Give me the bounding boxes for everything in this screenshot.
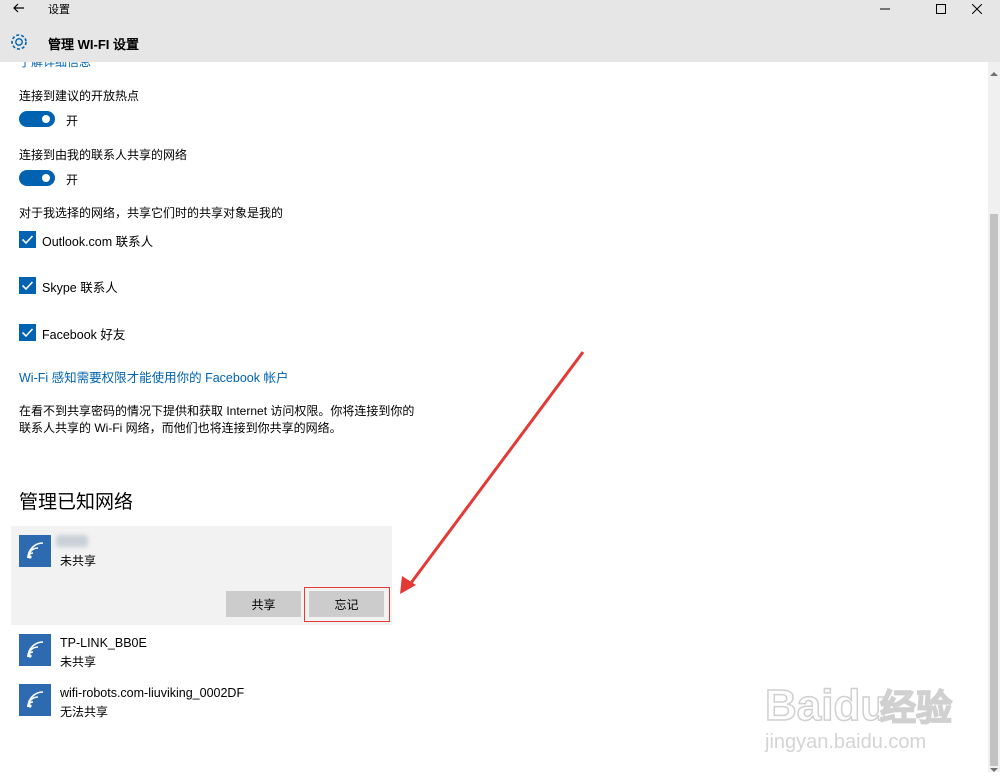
- minimize-button[interactable]: [862, 0, 908, 17]
- share-with-label: 对于我选择的网络，共享它们时的共享对象是我的: [19, 206, 284, 220]
- page-title: 管理 WI-FI 设置: [48, 37, 139, 52]
- facebook-checkbox[interactable]: [19, 324, 36, 341]
- checkmark-icon: [21, 328, 34, 338]
- scroll-down-icon[interactable]: [990, 761, 998, 772]
- wifi-icon: [19, 535, 51, 567]
- share-button[interactable]: 共享: [226, 591, 301, 617]
- contacts-toggle-state: 开: [66, 173, 79, 187]
- checkmark-icon: [21, 281, 34, 291]
- network-name[interactable]: wifi-robots.com-liuviking_0002DF: [60, 686, 244, 700]
- scroll-up-icon[interactable]: [990, 65, 998, 76]
- network-name[interactable]: TP-LINK_BB0E: [60, 636, 147, 650]
- outlook-checkbox[interactable]: [19, 231, 36, 248]
- checkmark-icon: [21, 235, 34, 245]
- contacts-network-toggle[interactable]: [19, 170, 55, 186]
- facebook-permission-link[interactable]: Wi-Fi 感知需要权限才能使用你的 Facebook 帐户: [19, 367, 288, 386]
- scrollbar-thumb[interactable]: [990, 214, 998, 766]
- facebook-checkbox-label: Facebook 好友: [42, 328, 126, 342]
- wifi-sense-description: 在看不到共享密码的情况下提供和获取 Internet 访问权限。你将连接到你的联…: [19, 404, 415, 435]
- back-arrow-icon[interactable]: [10, 0, 28, 17]
- watermark-brand-cn: 经验: [880, 688, 952, 729]
- network-status: 未共享: [60, 655, 97, 669]
- hotspot-label: 连接到建议的开放热点: [19, 89, 140, 103]
- known-networks-heading: 管理已知网络: [19, 492, 134, 513]
- wifi-icon: [19, 684, 51, 716]
- network-status: 未共享: [60, 554, 97, 568]
- learn-more-link[interactable]: 了解详细信息: [19, 62, 91, 70]
- outlook-checkbox-label: Outlook.com 联系人: [42, 235, 154, 249]
- window-title: 设置: [48, 4, 70, 16]
- wifi-icon: [19, 634, 51, 666]
- hotspot-toggle[interactable]: [19, 111, 55, 127]
- skype-checkbox-label: Skype 联系人: [42, 281, 118, 295]
- watermark-url: jingyan.baidu.com: [764, 731, 926, 753]
- network-status: 无法共享: [60, 705, 109, 719]
- forget-button-highlight: [304, 587, 390, 622]
- gear-icon: [8, 31, 30, 53]
- network-name-redacted: [56, 535, 88, 547]
- baidu-watermark: Baidu 经验 jingyan.baidu.com: [760, 660, 990, 770]
- hotspot-toggle-state: 开: [66, 114, 79, 128]
- title-bar: 设置: [0, 0, 1000, 17]
- watermark-brand: Baidu: [765, 681, 887, 730]
- page-header: 管理 WI-FI 设置: [0, 17, 1000, 62]
- close-button[interactable]: [954, 0, 1000, 17]
- skype-checkbox[interactable]: [19, 277, 36, 294]
- contacts-network-label: 连接到由我的联系人共享的网络: [19, 148, 188, 162]
